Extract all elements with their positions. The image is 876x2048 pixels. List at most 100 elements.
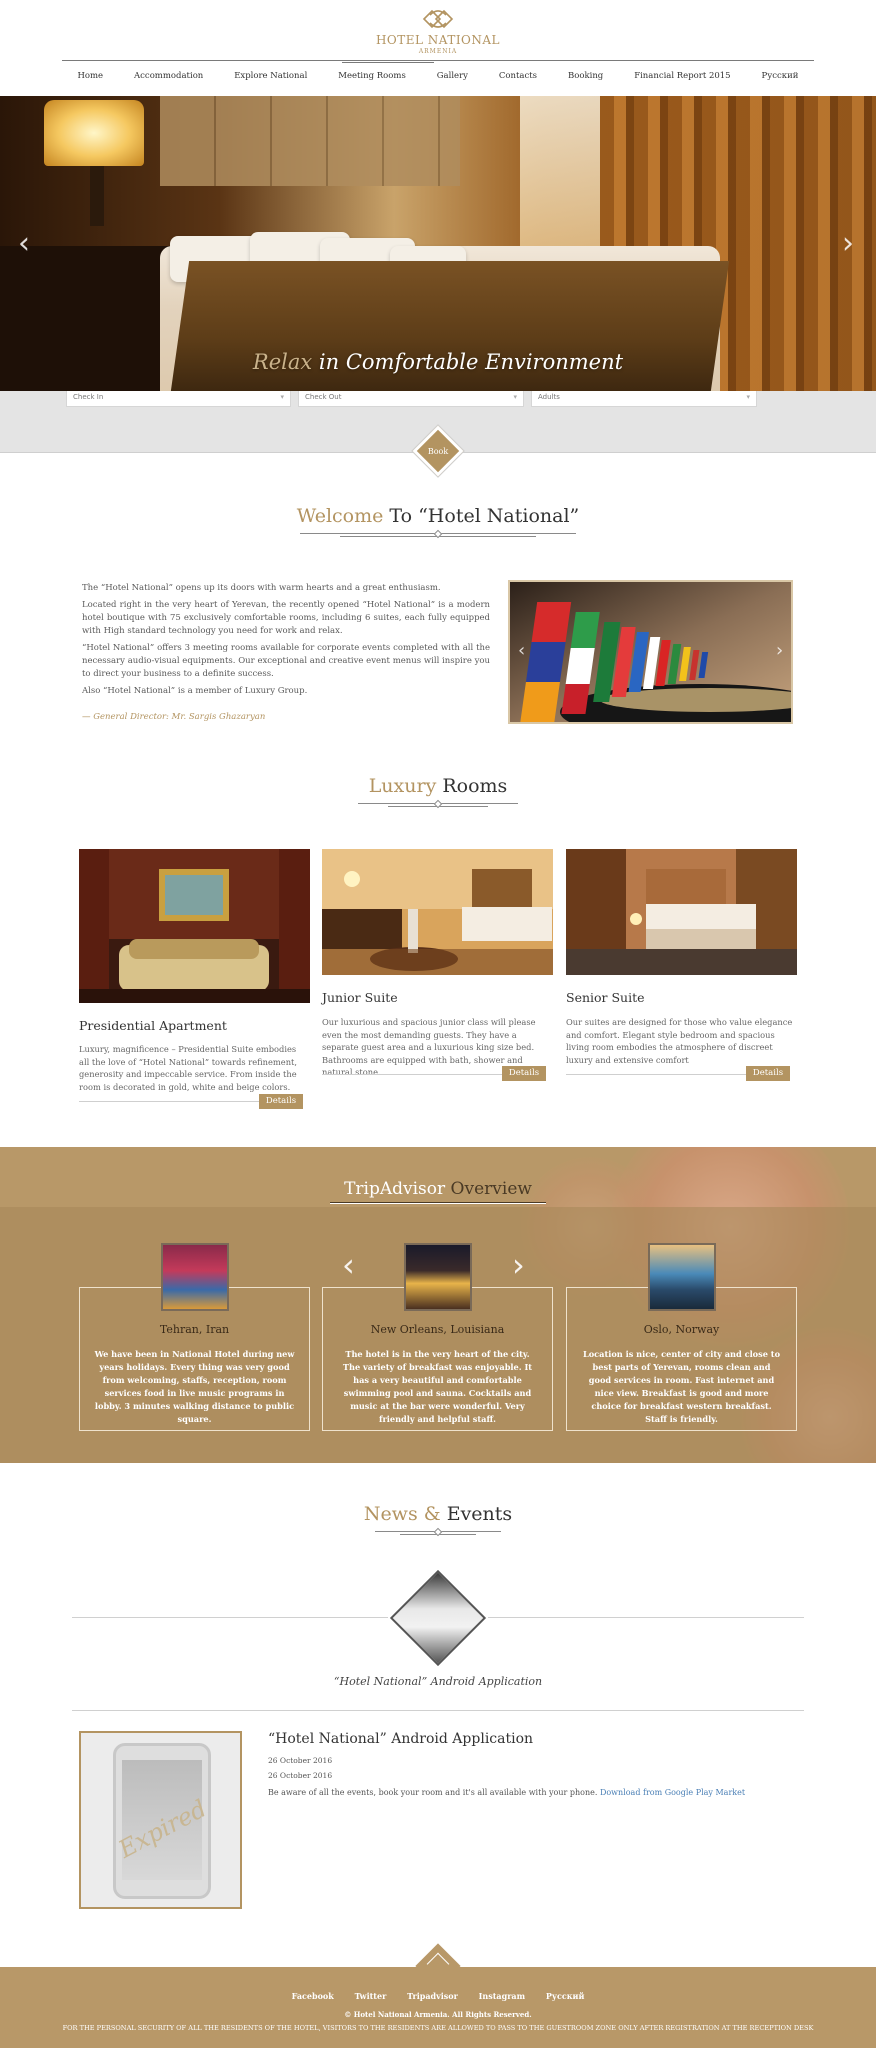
review-text-oslo: Location is nice, center of city and clo… — [582, 1349, 781, 1424]
google-play-link[interactable]: Download from Google Play Market — [600, 1788, 745, 1797]
nav-item-booking[interactable]: Booking — [568, 71, 603, 87]
welcome-paragraph: The “Hotel National” opens up its doors … — [82, 583, 441, 593]
tripadvisor-title: TripAdvisor Overview — [0, 1179, 876, 1199]
room-divider — [566, 1074, 746, 1075]
news-divider-left — [72, 1617, 388, 1618]
news-featured-caption[interactable]: “Hotel National” Android Application — [0, 1675, 876, 1688]
room-divider — [79, 1101, 259, 1102]
book-button-label[interactable]: Book — [418, 447, 458, 456]
news-featured-thumbnail[interactable] — [389, 1569, 487, 1667]
flags-illustration — [510, 582, 791, 722]
room-image-senior[interactable] — [566, 849, 797, 975]
adults-chevron-icon: ▾ — [746, 393, 750, 401]
details-button-junior[interactable]: Details — [502, 1066, 546, 1081]
adults-label: Adults — [538, 393, 560, 401]
room-description-senior: Our suites are designed for those who va… — [566, 1017, 793, 1065]
news-divider — [72, 1710, 804, 1711]
hero-caption-accent: Relax — [252, 350, 313, 374]
footer-copyright: © Hotel National Armenia. All Rights Res… — [344, 2010, 532, 2019]
review-thumbnail-tehran[interactable] — [161, 1243, 229, 1311]
welcome-text: The “Hotel National” opens up its doors … — [82, 582, 490, 702]
review-thumbnail-new-orleans[interactable] — [404, 1243, 472, 1311]
hero-prev-arrow-icon[interactable]: ‹ — [18, 226, 30, 261]
news-divider-right — [488, 1617, 804, 1618]
rooms-title-ornament — [358, 799, 518, 810]
review-city-oslo: Oslo, Norway — [643, 1323, 720, 1336]
footer-security-notice: FOR THE PERSONAL SECURITY OF ALL THE RES… — [62, 2024, 814, 2032]
check-out-label: Check Out — [305, 393, 342, 401]
review-text-new-orleans: The hotel is in the very heart of the ci… — [342, 1349, 533, 1424]
check-in-field[interactable]: Check In ▾ — [66, 391, 291, 407]
hero-slider: ‹ › Relax in Comfortable Environment — [0, 96, 876, 391]
rooms-title-rest: Rooms — [436, 775, 508, 797]
nav-item-accommodation[interactable]: Accommodation — [134, 71, 203, 87]
welcome-paragraph: Also “Hotel National” is a member of Lux… — [82, 686, 308, 696]
junior-suite-illustration — [322, 849, 553, 975]
news-item-date: 26 October 2016 — [268, 1771, 333, 1780]
check-out-field[interactable]: Check Out ▾ — [298, 391, 524, 407]
news-title-rest: Events — [446, 1503, 513, 1525]
room-divider — [322, 1074, 502, 1075]
logo-subtitle: ARMENIA — [418, 48, 458, 55]
footer-link-russian[interactable]: Русский — [546, 1991, 585, 2001]
room-name-junior[interactable]: Junior Suite — [322, 990, 398, 1005]
check-out-chevron-icon: ▾ — [513, 393, 517, 401]
nav-item-gallery[interactable]: Gallery — [437, 71, 468, 87]
news-item-image[interactable]: Expired — [79, 1731, 242, 1909]
tripadvisor-ornament — [330, 1202, 546, 1204]
nav-item-financial-report[interactable]: Financial Report 2015 — [634, 71, 730, 87]
nav-item-explore-national[interactable]: Explore National — [234, 71, 307, 87]
nav-item-home[interactable]: Home — [77, 71, 103, 87]
room-description-presidential: Luxury, magnificence – Presidential Suit… — [79, 1044, 298, 1092]
welcome-paragraph: “Hotel National” offers 3 meeting rooms … — [82, 643, 490, 679]
nav-item-russian[interactable]: Русский — [762, 71, 799, 87]
hotel-logo-icon[interactable] — [420, 6, 456, 32]
review-thumbnail-oslo[interactable] — [648, 1243, 716, 1311]
welcome-paragraph: Located right in the very heart of Yerev… — [82, 600, 490, 636]
welcome-title-accent: Welcome — [296, 505, 384, 527]
footer-link-tripadvisor[interactable]: Tripadvisor — [407, 1991, 458, 2001]
hero-next-arrow-icon[interactable]: › — [842, 226, 854, 261]
room-image-junior[interactable] — [322, 849, 553, 975]
news-title: News & Events — [0, 1503, 876, 1525]
welcome-flags-image: ‹ › — [508, 580, 793, 724]
adults-field[interactable]: Adults ▾ — [531, 391, 757, 407]
welcome-prev-arrow-icon[interactable]: ‹ — [518, 640, 525, 661]
review-city-tehran: Tehran, Iran — [159, 1323, 230, 1336]
hero-caption: Relax in Comfortable Environment — [0, 350, 876, 374]
senior-suite-illustration — [566, 849, 797, 975]
nav-item-contacts[interactable]: Contacts — [499, 71, 537, 87]
room-name-senior[interactable]: Senior Suite — [566, 990, 645, 1005]
news-item-body: Be aware of all the events, book your ro… — [268, 1788, 745, 1797]
news-title-amp: & — [417, 1503, 447, 1525]
review-text-tehran: We have been in National Hotel during ne… — [94, 1349, 295, 1424]
presidential-room-illustration — [79, 849, 310, 1003]
review-city-new-orleans: New Orleans, Louisiana — [370, 1323, 505, 1336]
room-name-presidential[interactable]: Presidential Apartment — [79, 1018, 227, 1033]
footer-link-facebook[interactable]: Facebook — [292, 1991, 334, 2001]
footer-link-twitter[interactable]: Twitter — [355, 1991, 387, 2001]
news-item-date: 26 October 2016 — [268, 1756, 333, 1765]
hero-lamp — [44, 100, 144, 166]
details-button-presidential[interactable]: Details — [259, 1094, 303, 1109]
nav-divider — [62, 60, 814, 61]
reviews-next-arrow-icon[interactable]: › — [512, 1246, 525, 1284]
nav-active-indicator — [342, 62, 434, 63]
welcome-title-rest: To “Hotel National” — [383, 505, 580, 527]
news-title-ornament — [375, 1527, 501, 1538]
welcome-next-arrow-icon[interactable]: › — [776, 640, 783, 661]
details-button-senior[interactable]: Details — [746, 1066, 790, 1081]
footer-link-instagram[interactable]: Instagram — [479, 1991, 525, 2001]
site-header: HOTEL NATIONAL ARMENIA Home Accommodatio… — [0, 0, 876, 96]
footer-links: Facebook Twitter Tripadvisor Instagram Р… — [0, 1991, 876, 2001]
welcome-title-ornament — [300, 529, 576, 540]
news-item-title[interactable]: “Hotel National” Android Application — [268, 1731, 533, 1747]
nav-item-meeting-rooms[interactable]: Meeting Rooms — [338, 71, 406, 87]
reviews-prev-arrow-icon[interactable]: ‹ — [342, 1246, 355, 1284]
logo-title[interactable]: HOTEL NATIONAL — [0, 33, 876, 47]
news-title-accent: News — [363, 1503, 418, 1525]
rooms-title: Luxury Rooms — [0, 775, 876, 797]
news-item-text: Be aware of all the events, book your ro… — [268, 1788, 600, 1797]
room-image-presidential[interactable] — [79, 849, 310, 1003]
hero-caption-rest: in Comfortable Environment — [312, 350, 624, 374]
